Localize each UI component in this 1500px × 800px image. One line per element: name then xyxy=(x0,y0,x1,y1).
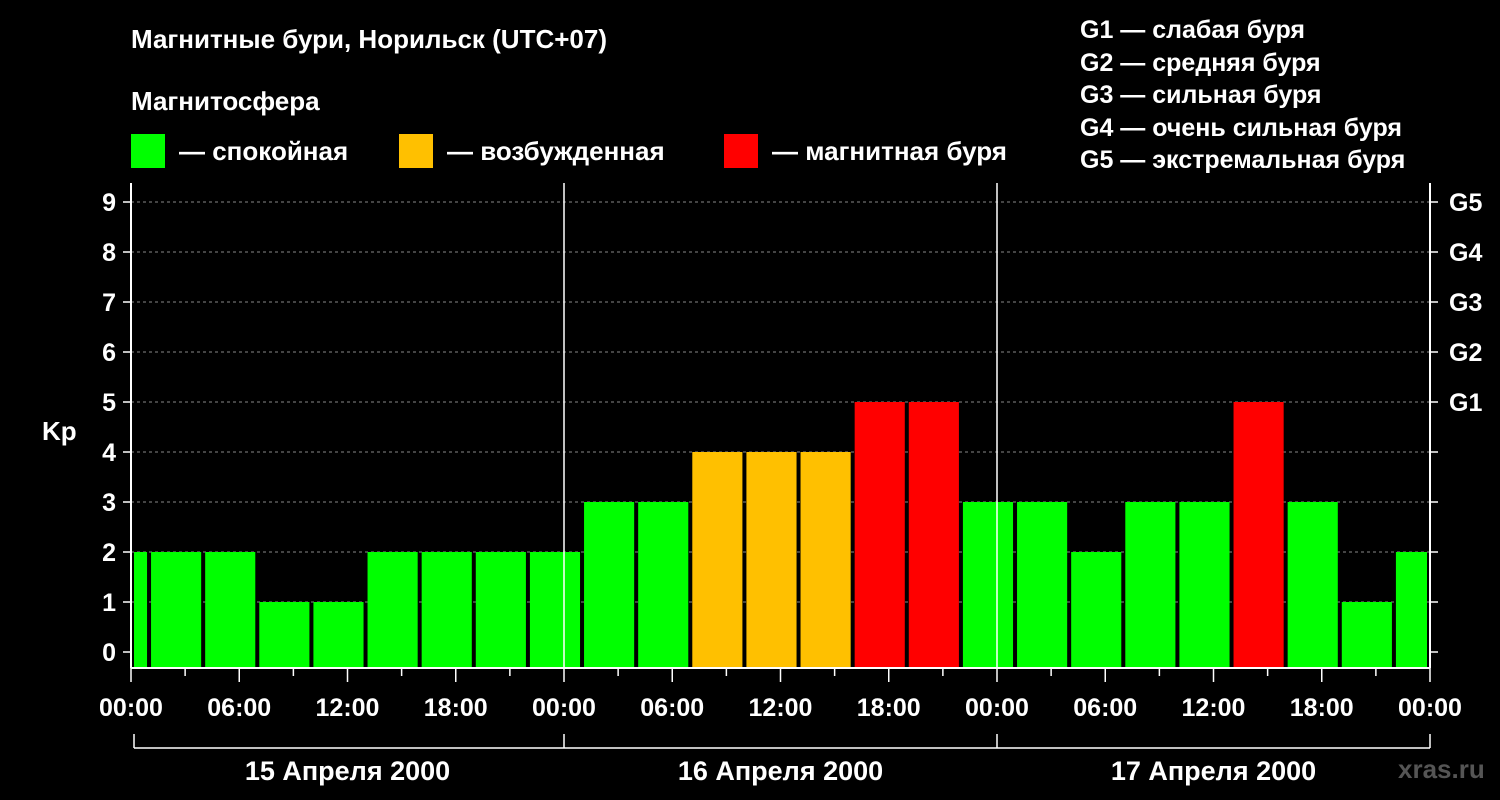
y-tick-label: 1 xyxy=(102,589,116,617)
x-tick-label: 12:00 xyxy=(1182,694,1246,722)
day-label: 17 Апреля 2000 xyxy=(1111,756,1316,786)
g-scale-label: G1 xyxy=(1449,389,1482,417)
x-tick-label: 12:00 xyxy=(316,694,380,722)
kp-bar xyxy=(1125,502,1176,668)
kp-bar xyxy=(529,552,581,668)
x-tick-label: 00:00 xyxy=(965,694,1029,722)
y-tick-label: 2 xyxy=(102,539,116,567)
y-tick-label: 3 xyxy=(102,489,116,517)
kp-bar xyxy=(854,402,905,668)
y-axis-label: Kp xyxy=(42,416,77,446)
kp-bar xyxy=(1017,502,1068,668)
day-label: 15 Апреля 2000 xyxy=(245,756,450,786)
kp-bar xyxy=(205,552,256,668)
x-tick-label: 18:00 xyxy=(857,694,921,722)
y-tick-label: 4 xyxy=(102,439,116,467)
g-scale-label: G4 xyxy=(1449,239,1482,267)
x-tick-label: 06:00 xyxy=(1073,694,1137,722)
kp-bar xyxy=(638,502,689,668)
kp-bar xyxy=(746,452,797,668)
g-scale-label: G5 xyxy=(1449,189,1482,217)
kp-bar xyxy=(367,552,418,668)
kp-bar xyxy=(908,402,959,668)
day-label: 16 Апреля 2000 xyxy=(678,756,883,786)
kp-bar-chart: 0 1 2 3 4 5 6 7 8 9 G1 G2 G3 G4 G5 Kp 00:00 06:00 12:00 18:… xyxy=(42,183,1482,786)
x-tick-label: 06:00 xyxy=(640,694,704,722)
x-tick-label: 18:00 xyxy=(424,694,488,722)
x-tick-label: 00:00 xyxy=(532,694,596,722)
kp-bar xyxy=(259,602,310,668)
kp-bar xyxy=(962,502,1014,668)
y-tick-label: 0 xyxy=(102,639,116,667)
y-tick-label: 5 xyxy=(102,389,116,417)
kp-bar xyxy=(1071,552,1122,668)
kp-bar xyxy=(584,502,635,668)
x-tick-label: 18:00 xyxy=(1290,694,1354,722)
x-tick-label: 06:00 xyxy=(207,694,271,722)
y-tick-label: 6 xyxy=(102,339,116,367)
kp-bar xyxy=(692,452,743,668)
x-tick-label: 00:00 xyxy=(1398,694,1462,722)
kp-bar xyxy=(421,552,472,668)
kp-bar xyxy=(1233,402,1284,668)
kp-bar xyxy=(1287,502,1338,668)
x-tick-label: 00:00 xyxy=(99,694,163,722)
kp-bar xyxy=(134,552,148,668)
g-scale-label: G2 xyxy=(1449,339,1482,367)
kp-bar xyxy=(1341,602,1392,668)
x-tick-label: 12:00 xyxy=(749,694,813,722)
y-tick-label: 9 xyxy=(102,189,116,217)
kp-bar xyxy=(800,452,851,668)
kp-bar xyxy=(313,602,364,668)
kp-bar xyxy=(1179,502,1230,668)
kp-bar xyxy=(151,552,202,668)
y-tick-label: 8 xyxy=(102,239,116,267)
kp-bar xyxy=(1395,552,1427,668)
y-tick-label: 7 xyxy=(102,289,116,317)
g-scale-label: G3 xyxy=(1449,289,1482,317)
site-credit: xras.ru xyxy=(1398,754,1485,784)
kp-bar xyxy=(475,552,526,668)
